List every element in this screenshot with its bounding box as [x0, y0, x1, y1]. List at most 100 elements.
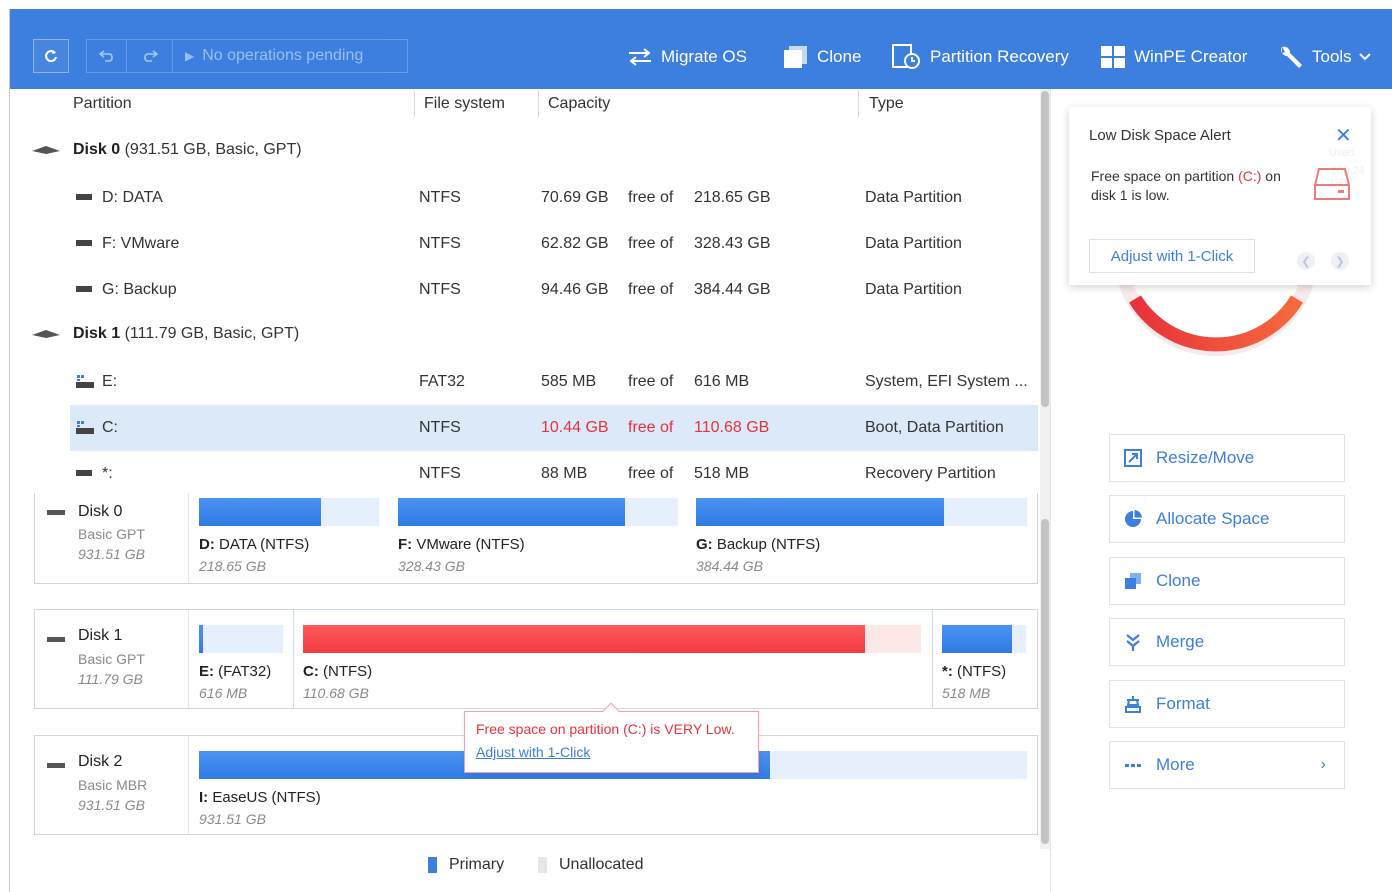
partition-letter: D: [199, 536, 215, 553]
low-space-tooltip: Free space on partition (C:) is VERY Low… [464, 702, 759, 773]
partition-free-of: free of [628, 235, 674, 252]
partition-bar [199, 625, 283, 653]
partition-total: 218.65 GB [694, 189, 771, 206]
merge-button[interactable]: Merge [1109, 618, 1345, 666]
partition-row[interactable]: D: DATA NTFS 70.69 GB free of 218.65 GB … [70, 175, 1038, 221]
partition-used-bar [199, 625, 203, 653]
partition-icon [76, 240, 92, 246]
allocate-space-button[interactable]: Allocate Space [1109, 495, 1345, 543]
partition-free: 62.82 GB [541, 235, 609, 252]
partition-fs: NTFS [419, 189, 461, 206]
disk-map-disk1[interactable]: Disk 1 Basic GPT 111.79 GB E: (FAT32) 61… [34, 609, 1038, 709]
action-label: More [1156, 755, 1195, 774]
partition-row[interactable]: F: VMware NTFS 62.82 GB free of 328.43 G… [70, 221, 1038, 267]
legend-primary-label: Primary [449, 856, 505, 873]
partition-list: Partition File system Capacity Type Disk… [10, 89, 1040, 489]
close-icon[interactable]: ✕ [1335, 123, 1352, 148]
right-panel: Low Disk Space Alert ✕ Used 100.24 GB Fr… [1050, 89, 1392, 892]
wrench-icon [1281, 46, 1302, 68]
tools-label: Tools [1312, 47, 1352, 66]
scrollbar-thumb[interactable] [1041, 519, 1049, 844]
partition-name: F: VMware [102, 235, 180, 252]
column-header-capacity[interactable]: Capacity [548, 95, 610, 113]
refresh-button[interactable] [33, 39, 69, 73]
disk-icon [47, 510, 65, 515]
more-button[interactable]: More › [1109, 741, 1345, 789]
column-header-partition[interactable]: Partition [73, 95, 132, 113]
disk-title: Disk 0 [73, 141, 121, 158]
partition-name: *: [102, 465, 113, 482]
partition-row[interactable]: *: NTFS 88 MB free of 518 MB Recovery Pa… [70, 451, 1038, 497]
partition-total: 616 MB [694, 373, 750, 390]
partition-block-name: VMware (NTFS) [412, 536, 525, 553]
apply-pending-button[interactable]: ▶ No operations pending [173, 40, 407, 72]
tools-menu-button[interactable]: Tools [1278, 42, 1372, 72]
action-label: Allocate Space [1156, 509, 1270, 528]
undo-button[interactable] [87, 40, 127, 72]
chevron-down-icon [1358, 53, 1371, 61]
column-header-type[interactable]: Type [869, 95, 904, 113]
partition-block-label: I: EaseUS (NTFS) [199, 789, 321, 806]
partition-type: Data Partition [865, 189, 962, 206]
partition-row-selected[interactable]: C: NTFS 10.44 GB free of 110.68 GB Boot,… [70, 405, 1038, 451]
list-scrollbar[interactable] [1040, 89, 1050, 849]
clone-button[interactable]: Clone [1109, 557, 1345, 605]
recovery-icon [892, 44, 920, 69]
partition-free-of: free of [628, 281, 674, 298]
resize-move-button[interactable]: Resize/Move [1109, 434, 1345, 482]
action-label: Merge [1156, 632, 1205, 651]
scrollbar-thumb[interactable] [1041, 91, 1049, 407]
previous-icon[interactable]: ❮ [1297, 252, 1315, 270]
partition-icon [76, 286, 92, 292]
redo-icon [143, 50, 158, 62]
adjust-one-click-button[interactable]: Adjust with 1-Click [1089, 239, 1255, 273]
partition-free: 10.44 GB [541, 419, 609, 436]
partition-free-of: free of [628, 465, 674, 482]
winpe-creator-button[interactable]: WinPE Creator [1100, 42, 1247, 72]
selected-partition-highlight [293, 609, 933, 709]
partition-total: 110.68 GB [694, 419, 770, 436]
recovery-label: Partition Recovery [930, 47, 1069, 66]
winpe-label: WinPE Creator [1134, 47, 1248, 66]
partition-row[interactable]: G: Backup NTFS 94.46 GB free of 384.44 G… [70, 267, 1038, 313]
disk-icon [32, 330, 60, 338]
disk-name: Disk 1 (111.79 GB, Basic, GPT) [73, 325, 299, 343]
disk-map-disk0[interactable]: Disk 0 Basic GPT 931.51 GB D: DATA (NTFS… [34, 493, 1038, 584]
column-header-filesystem[interactable]: File system [424, 95, 505, 113]
pie-icon [1125, 510, 1142, 527]
partition-block-size: 328.43 GB [398, 558, 465, 574]
next-icon[interactable]: ❯ [1331, 252, 1349, 270]
format-icon [1125, 696, 1141, 713]
alert-message: Free space on partition (C:) on disk 1 i… [1091, 167, 1291, 205]
partition-free-of: free of [628, 373, 674, 390]
action-label: Format [1156, 694, 1210, 713]
pending-label: No operations pending [202, 47, 364, 64]
migrate-icon [629, 48, 651, 66]
disk-row[interactable]: Disk 0 (931.51 GB, Basic, GPT) [10, 132, 1040, 168]
disk-name: Disk 0 (931.51 GB, Basic, GPT) [73, 141, 302, 159]
hard-drive-warning-icon [1314, 168, 1350, 200]
tooltip-adjust-link[interactable]: Adjust with 1-Click [476, 744, 590, 760]
disk-icon [47, 763, 65, 768]
disk-icon [47, 637, 65, 642]
partition-type: Data Partition [865, 281, 962, 298]
partition-recovery-button[interactable]: Partition Recovery [892, 42, 1069, 72]
partition-letter: C: [303, 663, 319, 680]
windows-icon [1101, 46, 1125, 68]
partition-letter: I: [199, 789, 209, 806]
partition-block-label: E: (FAT32) [199, 663, 271, 680]
partition-free: 88 MB [541, 465, 588, 482]
partition-fs: NTFS [419, 419, 461, 436]
partition-row[interactable]: E: FAT32 585 MB free of 616 MB System, E… [70, 359, 1038, 405]
migrate-os-button[interactable]: Migrate OS [627, 42, 747, 72]
partition-fs: NTFS [419, 465, 461, 482]
format-button[interactable]: Format [1109, 680, 1345, 728]
clone-toolbar-button[interactable]: Clone [783, 42, 861, 72]
partition-block-name: DATA (NTFS) [214, 536, 310, 553]
clone-icon [784, 46, 807, 68]
partition-block-size: 110.68 GB [303, 685, 369, 701]
partition-free: 585 MB [541, 373, 597, 390]
disk-row[interactable]: Disk 1 (111.79 GB, Basic, GPT) [10, 316, 1040, 352]
partition-letter: F: [398, 536, 413, 553]
redo-button[interactable] [127, 40, 173, 72]
